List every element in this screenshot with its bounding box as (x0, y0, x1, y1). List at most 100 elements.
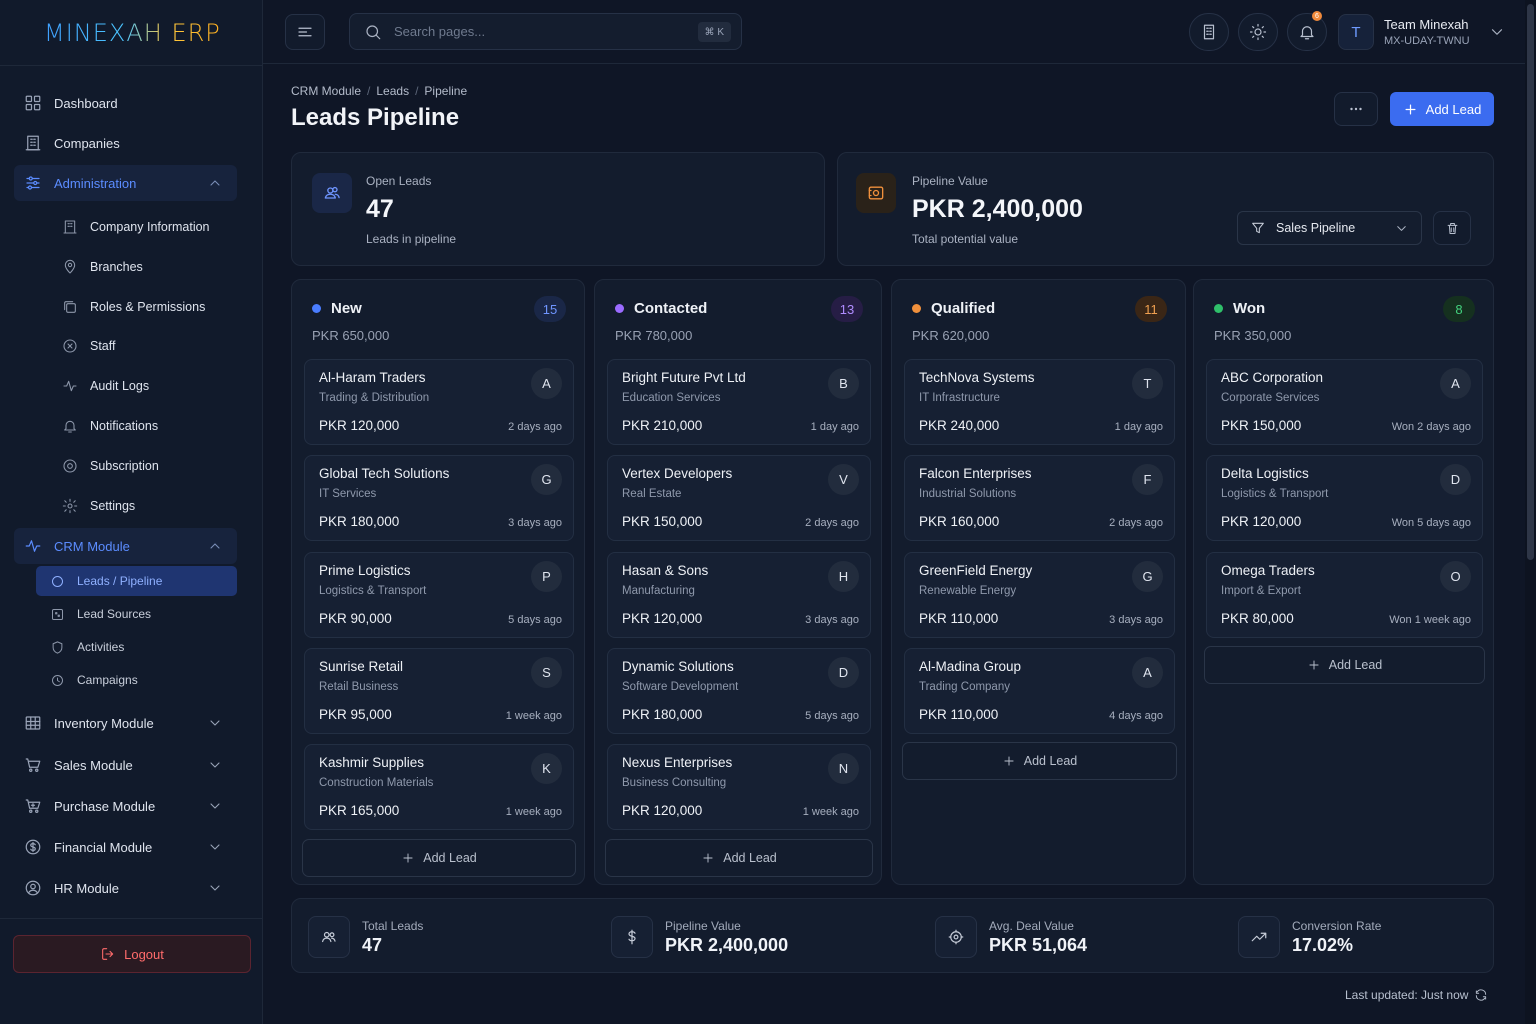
sidebar-item-activities[interactable]: Activities (36, 632, 237, 662)
stat-sub: Leads in pipeline (366, 232, 457, 246)
sidebar-item-subscription[interactable]: Subscription (52, 451, 237, 481)
sidebar-item-roles-permissions[interactable]: Roles & Permissions (52, 292, 237, 322)
lead-category: Industrial Solutions (919, 488, 1017, 500)
lead-category: IT Infrastructure (919, 392, 1000, 404)
lead-card[interactable]: Al-Haram Traders Trading & Distribution … (304, 359, 574, 445)
cart-plus-icon (25, 799, 41, 813)
add-lead-column-button[interactable]: Add Lead (902, 742, 1177, 780)
breadcrumb: CRM Module / Leads / Pipeline (291, 84, 467, 98)
logout-button[interactable]: Logout (13, 935, 251, 973)
deal-icon (935, 916, 977, 958)
pipeline-select[interactable]: Sales Pipeline (1237, 211, 1422, 245)
sidebar-section-crm[interactable]: CRM Module (14, 528, 237, 564)
lead-name: Sunrise Retail (319, 659, 404, 674)
refresh-icon[interactable] (1474, 988, 1488, 1002)
notifications-button[interactable]: 6 (1287, 11, 1327, 51)
lead-card[interactable]: Dynamic Solutions Software Development P… (607, 648, 871, 734)
lead-time: 1 day ago (1114, 421, 1163, 433)
sidebar-item-campaigns[interactable]: Campaigns (36, 665, 237, 695)
more-options-button[interactable] (1334, 92, 1378, 126)
sidebar-section-hr[interactable]: HR Module (14, 870, 237, 906)
user-name: Team Minexah (1384, 17, 1469, 32)
lead-card[interactable]: Nexus Enterprises Business Consulting PK… (607, 744, 871, 830)
sidebar-item-label: Subscription (90, 459, 159, 473)
lead-card[interactable]: GreenField Energy Renewable Energy PKR 1… (904, 552, 1175, 638)
lead-time: 1 week ago (505, 806, 562, 818)
scrollbar-thumb[interactable] (1527, 4, 1534, 560)
sidebar-section-label: Administration (54, 175, 137, 191)
column-count-badge: 11 (1135, 296, 1167, 322)
breadcrumb-leads[interactable]: Leads (376, 84, 409, 98)
sidebar-section-label: CRM Module (54, 538, 130, 554)
lead-time: 5 days ago (805, 710, 859, 722)
sidebar-item-lead-sources[interactable]: Lead Sources (36, 599, 237, 629)
sidebar-toggle-button[interactable] (285, 14, 325, 50)
scrollbar[interactable] (1525, 0, 1536, 1024)
sidebar-item-settings[interactable]: Settings (52, 491, 237, 521)
sidebar-item-branches[interactable]: Branches (52, 252, 237, 282)
stat-sub: Total potential value (912, 232, 1019, 246)
lead-card[interactable]: Vertex Developers Real Estate PKR 150,00… (607, 455, 871, 541)
lead-name: Vertex Developers (622, 466, 733, 481)
column-title: Contacted (634, 300, 708, 317)
lead-avatar: A (1440, 368, 1471, 399)
summary-label: Avg. Deal Value (989, 918, 1074, 933)
column-count-badge: 13 (831, 296, 863, 322)
add-lead-column-button[interactable]: Add Lead (605, 839, 873, 877)
stat-value: PKR 2,400,000 (912, 195, 1083, 223)
add-lead-label: Add Lead (1425, 101, 1482, 117)
chevron-down-icon (1491, 29, 1502, 35)
sidebar-section-sales[interactable]: Sales Module (14, 747, 237, 783)
lead-card[interactable]: Delta Logistics Logistics & Transport PK… (1206, 455, 1483, 541)
chevron-down-icon (210, 844, 220, 850)
lead-card[interactable]: Al-Madina Group Trading Company PKR 110,… (904, 648, 1175, 734)
sidebar-item-company-information[interactable]: Company Information (52, 212, 237, 242)
app-logo[interactable]: MINEXAH ERP (0, 0, 262, 66)
lead-name: ABC Corporation (1221, 370, 1324, 385)
lead-time: 1 week ago (802, 806, 859, 818)
lead-card[interactable]: Falcon Enterprises Industrial Solutions … (904, 455, 1175, 541)
lead-card[interactable]: Global Tech Solutions IT Services PKR 18… (304, 455, 574, 541)
sidebar-item-label: Activities (77, 640, 125, 654)
sidebar-item-leads-pipeline[interactable]: Leads / Pipeline (36, 566, 237, 596)
pipeline-select-value: Sales Pipeline (1276, 221, 1356, 235)
sidebar-section-purchase[interactable]: Purchase Module (14, 788, 237, 824)
sidebar-section-inventory[interactable]: Inventory Module (14, 705, 237, 741)
sidebar-item-companies[interactable]: Companies (14, 125, 237, 161)
lead-card[interactable]: Kashmir Supplies Construction Materials … (304, 744, 574, 830)
sidebar-item-staff[interactable]: Staff (52, 331, 237, 361)
sidebar-footer: Logout (0, 918, 262, 1024)
lead-card[interactable]: Bright Future Pvt Ltd Education Services… (607, 359, 871, 445)
sidebar-section-administration[interactable]: Administration (14, 165, 237, 201)
sidebar-section-financial[interactable]: Financial Module (14, 829, 237, 865)
bell-icon (1300, 26, 1314, 40)
lead-card[interactable]: Sunrise Retail Retail Business PKR 95,00… (304, 648, 574, 734)
sidebar-item-dashboard[interactable]: Dashboard (14, 85, 237, 121)
breadcrumb-crm-module[interactable]: CRM Module (291, 84, 361, 98)
sidebar-item-audit-logs[interactable]: Audit Logs (52, 371, 237, 401)
trend-icon (1238, 916, 1280, 958)
add-lead-label: Add Lead (423, 851, 477, 865)
column-header: Won (1214, 300, 1265, 317)
add-lead-column-button[interactable]: Add Lead (302, 839, 576, 877)
lead-card[interactable]: Prime Logistics Logistics & Transport PK… (304, 552, 574, 638)
lead-card[interactable]: Omega Traders Import & Export PKR 80,000… (1206, 552, 1483, 638)
company-switch-button[interactable] (1189, 13, 1229, 51)
lead-card[interactable]: Hasan & Sons Manufacturing PKR 120,000 3… (607, 552, 871, 638)
lead-card[interactable]: ABC Corporation Corporate Services PKR 1… (1206, 359, 1483, 445)
user-menu[interactable]: T Team Minexah MX-UDAY-TWNU (1338, 13, 1518, 51)
add-lead-column-button[interactable]: Add Lead (1204, 646, 1485, 684)
delete-pipeline-button[interactable] (1433, 211, 1471, 245)
lead-time: Won 2 days ago (1391, 421, 1471, 433)
sidebar-item-notifications[interactable]: Notifications (52, 411, 237, 441)
theme-toggle-button[interactable] (1238, 13, 1278, 51)
safe-icon (856, 173, 896, 213)
lead-value: PKR 90,000 (319, 611, 392, 626)
add-lead-button[interactable]: Add Lead (1390, 92, 1494, 126)
lead-value: PKR 180,000 (319, 514, 400, 529)
plus-icon (403, 853, 413, 863)
lead-card[interactable]: TechNova Systems IT Infrastructure PKR 2… (904, 359, 1175, 445)
search-input[interactable] (394, 24, 684, 39)
add-lead-label: Add Lead (723, 851, 777, 865)
search-box[interactable]: ⌘ K (349, 13, 742, 50)
